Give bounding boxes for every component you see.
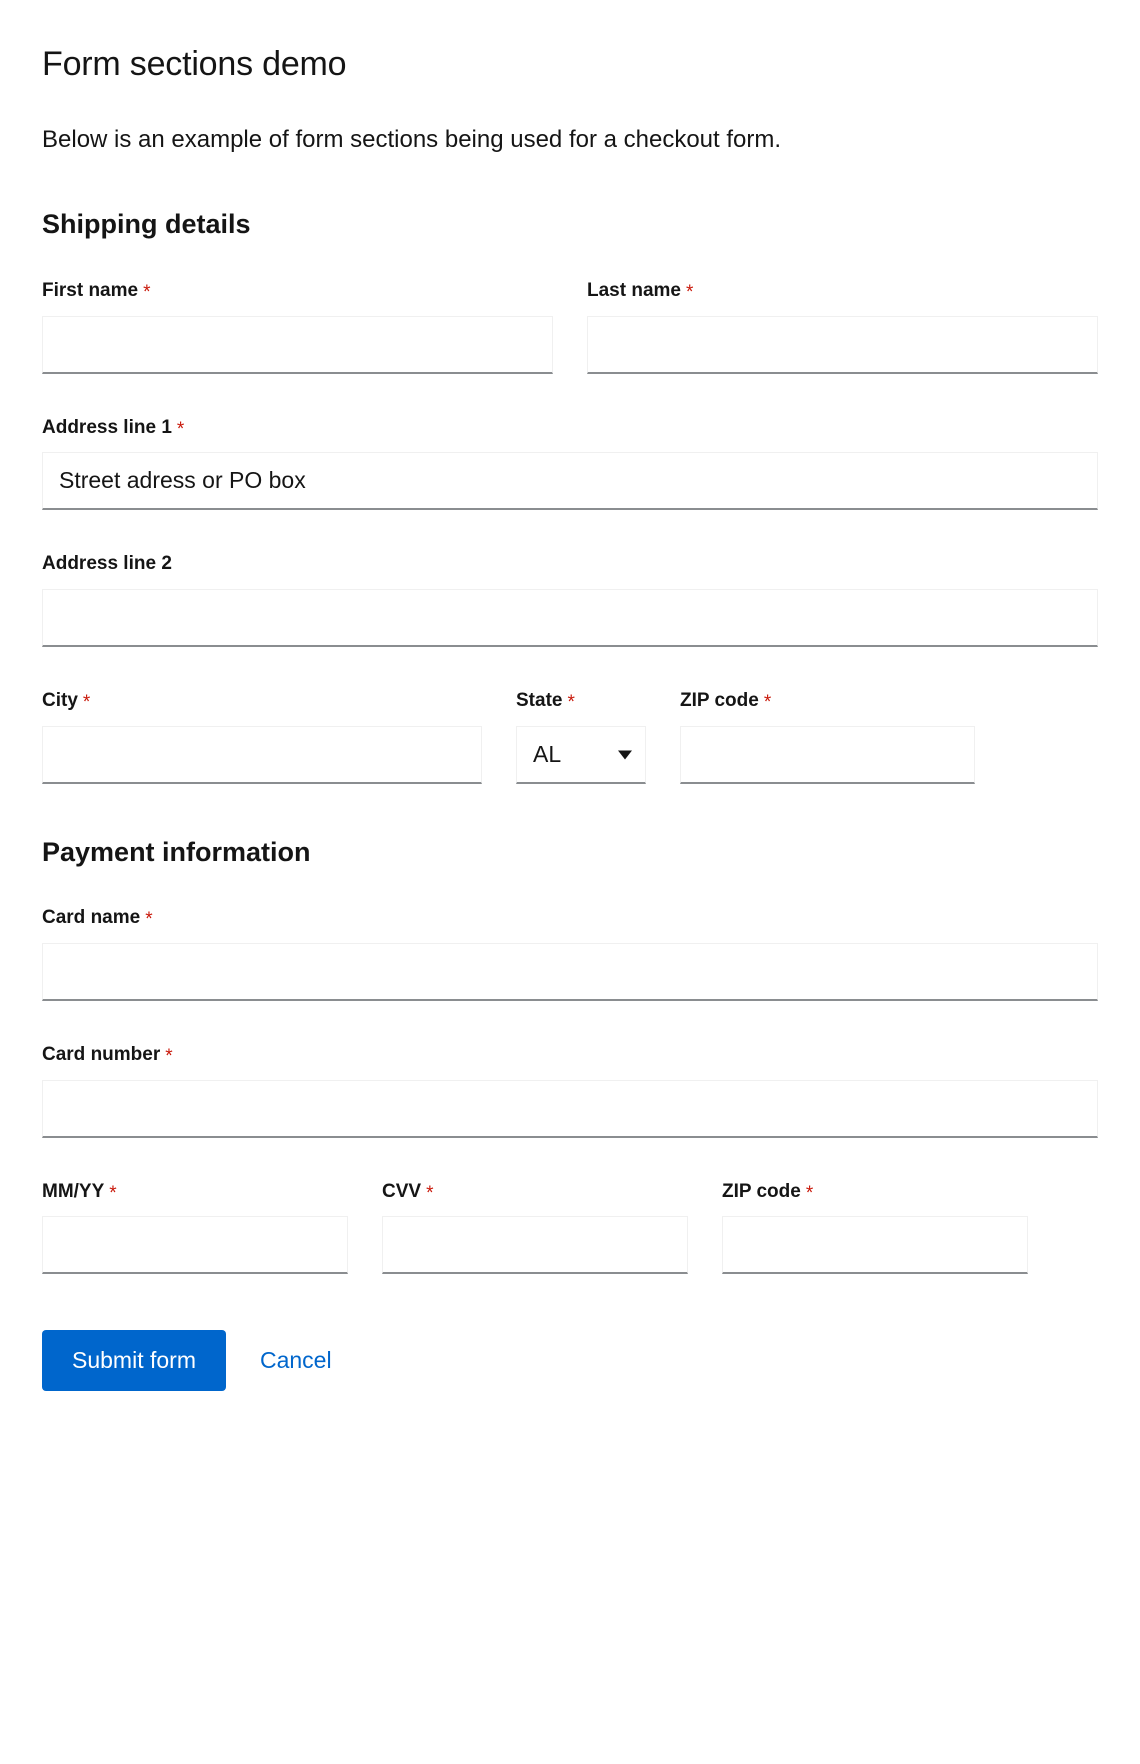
label-payment-zip-text: ZIP code xyxy=(722,1180,801,1202)
label-card-name: Card name * xyxy=(42,906,1098,930)
label-cvv: CVV * xyxy=(382,1180,688,1204)
row-address-1: Address line 1 * xyxy=(42,416,1098,511)
city-input[interactable] xyxy=(42,725,482,784)
required-asterisk: * xyxy=(426,1182,434,1204)
cancel-button[interactable]: Cancel xyxy=(252,1330,340,1391)
card-number-input[interactable] xyxy=(42,1079,1098,1138)
required-asterisk: * xyxy=(109,1182,117,1204)
field-first-name: First name * xyxy=(42,279,553,374)
required-asterisk: * xyxy=(165,1045,173,1067)
field-cvv: CVV * xyxy=(382,1180,688,1275)
form-page: Form sections demo Below is an example o… xyxy=(0,0,1140,1431)
label-expiry-text: MM/YY xyxy=(42,1180,105,1202)
label-last-name-text: Last name xyxy=(587,279,681,301)
page-description: Below is an example of form sections bei… xyxy=(42,125,782,153)
label-card-name-text: Card name xyxy=(42,907,141,929)
state-select[interactable]: AL xyxy=(516,725,646,784)
page-title: Form sections demo xyxy=(42,45,347,83)
required-asterisk: * xyxy=(143,281,151,303)
required-asterisk: * xyxy=(685,281,694,303)
field-address-line-1: Address line 1 * xyxy=(42,416,1098,511)
row-card-number: Card number * xyxy=(42,1043,1098,1138)
section-payment-information: Payment information Card name * Card numb… xyxy=(42,836,1098,1275)
required-asterisk: * xyxy=(176,418,185,440)
label-first-name: First name * xyxy=(42,279,553,303)
first-name-input[interactable] xyxy=(42,315,553,374)
label-card-number-text: Card number xyxy=(42,1043,161,1065)
label-address-line-2-text: Address line 2 xyxy=(42,553,172,575)
label-shipping-zip-text: ZIP code xyxy=(680,690,759,712)
label-address-line-2: Address line 2 xyxy=(42,552,1098,576)
field-payment-zip: ZIP code * xyxy=(722,1180,1028,1275)
expiry-input[interactable] xyxy=(42,1216,348,1275)
label-address-line-1-text: Address line 1 xyxy=(42,416,172,438)
field-card-name: Card name * xyxy=(42,906,1098,1001)
card-name-input[interactable] xyxy=(42,942,1098,1001)
label-payment-zip: ZIP code * xyxy=(722,1180,1028,1204)
payment-fields: Card name * Card number * MM/YY * CVV * … xyxy=(42,906,1098,1275)
label-address-line-1: Address line 1 * xyxy=(42,416,1098,440)
cvv-input[interactable] xyxy=(382,1216,688,1275)
field-state: State * AL xyxy=(516,689,646,784)
label-city: City * xyxy=(42,689,482,713)
row-city-state-zip: City * State * AL ZIP code * xyxy=(42,689,1098,784)
shipping-fields: First name * Last name * Address line 1 * xyxy=(42,279,1098,784)
label-shipping-zip: ZIP code * xyxy=(680,689,975,713)
row-card-name: Card name * xyxy=(42,906,1098,1001)
field-address-line-2: Address line 2 xyxy=(42,552,1098,648)
address-line-1-input[interactable] xyxy=(42,452,1098,511)
required-asterisk: * xyxy=(145,909,153,931)
state-select-wrapper: AL xyxy=(516,725,646,784)
field-last-name: Last name * xyxy=(587,279,1098,374)
row-name: First name * Last name * xyxy=(42,279,1098,374)
form-actions: Submit form Cancel xyxy=(42,1330,1098,1431)
payment-zip-input[interactable] xyxy=(722,1216,1028,1275)
row-address-2: Address line 2 xyxy=(42,552,1098,648)
label-expiry: MM/YY * xyxy=(42,1180,348,1204)
label-state: State * xyxy=(516,689,646,713)
last-name-input[interactable] xyxy=(587,315,1098,374)
section-title-shipping: Shipping details xyxy=(42,209,251,240)
section-shipping-details: Shipping details First name * Last name * xyxy=(42,208,1098,784)
label-cvv-text: CVV xyxy=(382,1180,422,1202)
field-expiry: MM/YY * xyxy=(42,1180,348,1275)
submit-form-button[interactable]: Submit form xyxy=(42,1330,226,1392)
label-card-number: Card number * xyxy=(42,1043,1098,1067)
shipping-zip-input[interactable] xyxy=(680,725,975,784)
address-line-2-input[interactable] xyxy=(42,589,1098,648)
label-first-name-text: First name xyxy=(42,279,139,301)
label-state-text: State xyxy=(516,690,563,712)
section-title-payment: Payment information xyxy=(42,836,311,867)
field-city: City * xyxy=(42,689,482,784)
required-asterisk: * xyxy=(82,692,91,714)
required-asterisk: * xyxy=(805,1182,814,1204)
row-expiry-cvv-zip: MM/YY * CVV * ZIP code * xyxy=(42,1180,1098,1275)
required-asterisk: * xyxy=(567,692,575,714)
label-city-text: City xyxy=(42,690,78,712)
field-shipping-zip: ZIP code * xyxy=(680,689,975,784)
required-asterisk: * xyxy=(763,692,772,714)
label-last-name: Last name * xyxy=(587,279,1098,303)
field-card-number: Card number * xyxy=(42,1043,1098,1138)
